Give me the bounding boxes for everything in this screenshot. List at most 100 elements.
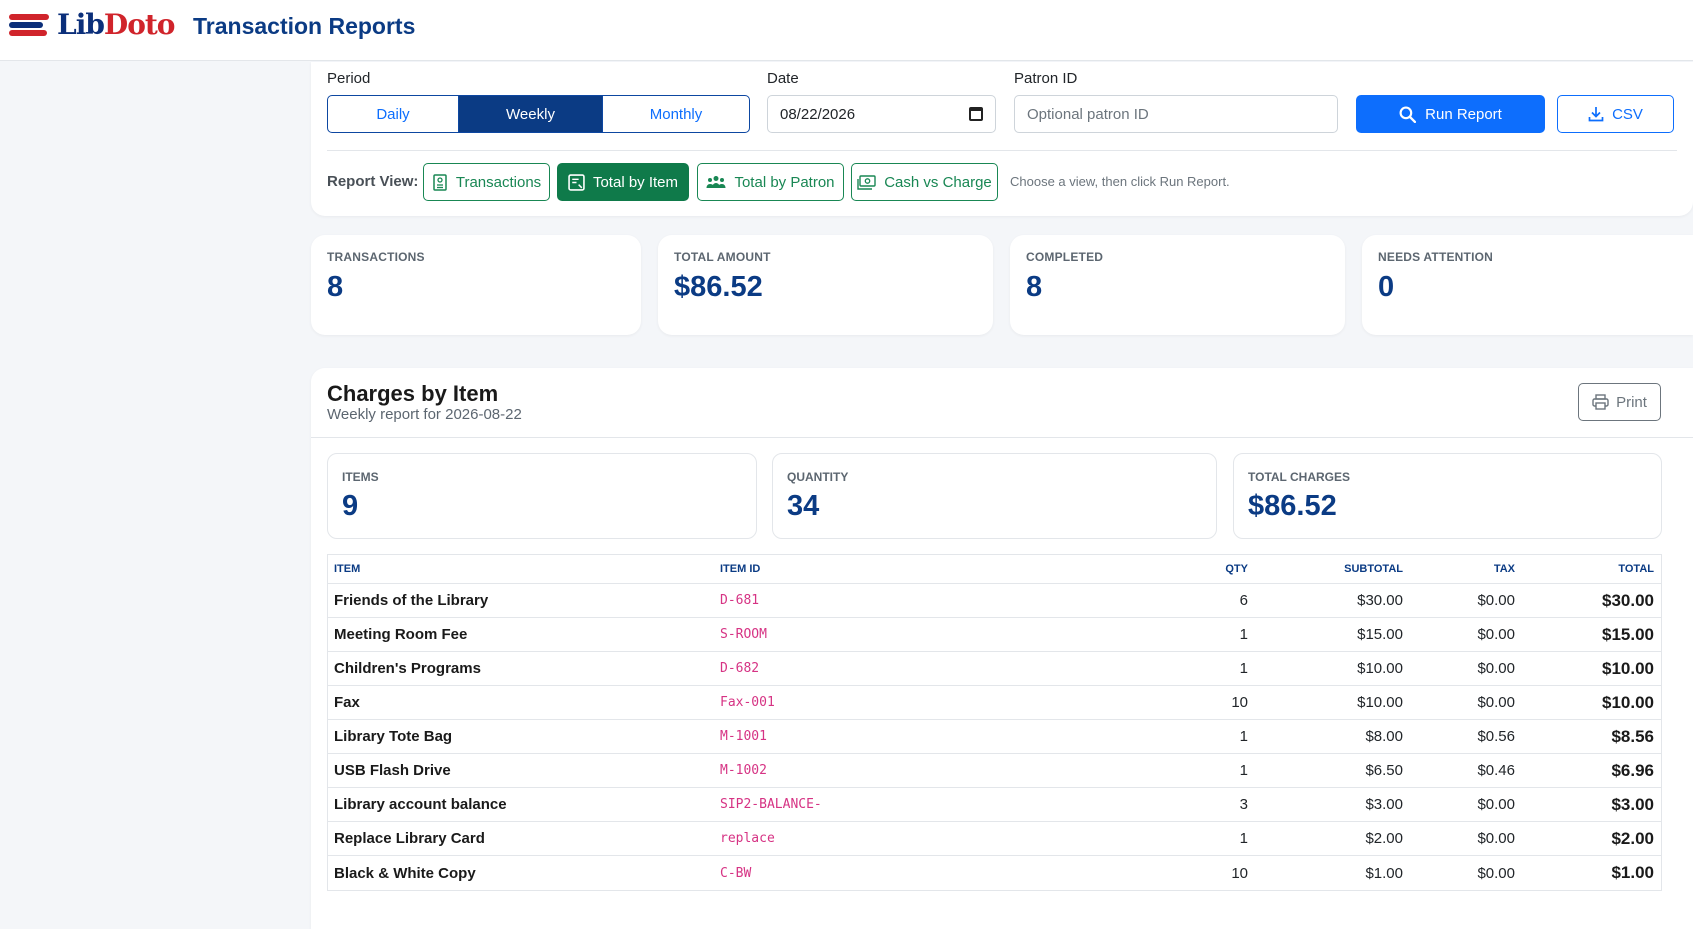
total-cell: $10.00 [1602, 692, 1654, 712]
subtotal-cell: $2.00 [1365, 830, 1403, 847]
period-label: Period [327, 70, 371, 87]
period-monthly[interactable]: Monthly [602, 96, 749, 132]
csv-label: CSV [1612, 105, 1643, 123]
stat-label: COMPLETED [1026, 250, 1104, 264]
col-qty-header[interactable]: QTY [1097, 563, 1254, 575]
libdoto-logo[interactable]: LibDoto [9, 11, 175, 39]
table-row[interactable]: Replace Library Card replace 1 $2.00 $0.00 $2… [328, 822, 1661, 856]
period-weekly[interactable]: Weekly [459, 96, 602, 132]
table-row[interactable]: Meeting Room Fee S-ROOM 1 $15.00 $0.00 $15.00 [328, 618, 1661, 652]
table-row[interactable]: Children's Programs D-682 1 $10.00 $0.00 $10.… [328, 652, 1661, 686]
subtotal-cell: $10.00 [1357, 660, 1403, 677]
table-row[interactable]: USB Flash Drive M-1002 1 $6.50 $0.46 $6.96 [328, 754, 1661, 788]
stat-needs-attention: NEEDS ATTENTION 0 [1362, 235, 1693, 335]
stat-label: TRANSACTIONS [327, 250, 425, 264]
period-daily[interactable]: Daily [328, 96, 459, 132]
tax-cell: $0.56 [1477, 728, 1515, 745]
total-cell: $8.56 [1611, 726, 1654, 746]
stat-transactions: TRANSACTIONS 8 [311, 235, 641, 335]
item-name-cell: Friends of the Library [334, 592, 489, 609]
table-row[interactable]: Black & White Copy C-BW 10 $1.00 $0.00 $1.00 [328, 856, 1661, 890]
item-name-cell: USB Flash Drive [334, 762, 451, 779]
total-cell: $15.00 [1602, 624, 1654, 644]
search-icon [1399, 106, 1417, 123]
col-subtotal-header[interactable]: SUBTOTAL [1254, 563, 1409, 575]
table-row[interactable]: Fax Fax-001 10 $10.00 $0.00 $10.00 [328, 686, 1661, 720]
summary-value: $86.52 [1248, 490, 1337, 522]
report-view-label: Report View: [327, 173, 419, 190]
patron-id-placeholder: Optional patron ID [1027, 105, 1149, 123]
qty-cell: 10 [1231, 864, 1248, 882]
table-row[interactable]: Library account balance SIP2-BALANCE- 3 $3.… [328, 788, 1661, 822]
summary-value: 9 [342, 490, 359, 522]
qty-cell: 3 [1239, 796, 1248, 813]
date-value: 08/22/2026 [780, 105, 856, 123]
view-total-by-item-label: Total by Item [592, 173, 679, 191]
run-report-label: Run Report [1425, 105, 1502, 123]
col-item-id-header[interactable]: ITEM ID [714, 563, 1097, 575]
stat-value: 8 [1026, 271, 1043, 303]
col-tax-header[interactable]: TAX [1409, 563, 1521, 575]
subtotal-cell: $10.00 [1357, 694, 1403, 711]
csv-export-button[interactable]: CSV [1557, 95, 1674, 133]
top-bar: LibDoto Transaction Reports [0, 0, 1693, 61]
stat-total-amount: TOTAL AMOUNT $86.52 [658, 235, 993, 335]
summary-label: QUANTITY [787, 470, 849, 484]
summary-items: ITEMS 9 [327, 453, 757, 539]
item-id-cell: D-682 [720, 661, 760, 676]
date-label: Date [767, 70, 799, 87]
item-id-cell: C-BW [720, 865, 752, 881]
item-name-cell: Fax [334, 694, 360, 711]
item-id-cell: Fax-001 [720, 695, 775, 710]
view-total-by-patron-label: Total by Patron [734, 173, 835, 191]
view-cash-vs-charge-button[interactable]: Cash vs Charge [851, 163, 998, 201]
qty-cell: 1 [1239, 728, 1248, 745]
download-icon [1588, 107, 1604, 122]
report-view-hint: Choose a view, then click Run Report. [1010, 174, 1230, 189]
summary-label: TOTAL CHARGES [1248, 470, 1351, 484]
run-report-button[interactable]: Run Report [1356, 95, 1545, 133]
item-name-cell: Replace Library Card [334, 830, 485, 847]
tax-cell: $0.00 [1477, 830, 1515, 847]
item-name-cell: Black & White Copy [334, 864, 476, 882]
qty-cell: 1 [1239, 830, 1248, 847]
subtotal-cell: $8.00 [1365, 728, 1403, 745]
subtotal-cell: $15.00 [1357, 626, 1403, 643]
filters-divider [327, 150, 1677, 151]
stat-value: 8 [327, 271, 344, 303]
summary-total-charges: TOTAL CHARGES $86.52 [1233, 453, 1662, 539]
qty-cell: 6 [1239, 592, 1248, 609]
table-body: Friends of the Library D-681 6 $30.00 $0.00 $… [328, 584, 1661, 890]
total-cell: $1.00 [1611, 863, 1654, 882]
item-name-cell: Library Tote Bag [334, 728, 453, 745]
view-transactions-button[interactable]: Transactions [423, 163, 550, 201]
view-total-by-patron-button[interactable]: Total by Patron [697, 163, 844, 201]
logo-mark-icon [9, 13, 51, 37]
item-id-cell: M-1002 [720, 763, 767, 778]
report-subtitle: Weekly report for 2026-08-22 [327, 406, 522, 423]
charges-by-item-report: Charges by Item Weekly report for 2026-0… [311, 368, 1693, 929]
item-name-cell: Meeting Room Fee [334, 626, 468, 643]
printer-icon [1592, 394, 1609, 410]
total-cell: $3.00 [1611, 794, 1654, 814]
period-selector: Daily Weekly Monthly [327, 95, 750, 133]
qty-cell: 1 [1239, 626, 1248, 643]
total-cell: $6.96 [1611, 760, 1654, 780]
patron-id-input[interactable]: Optional patron ID [1014, 95, 1338, 133]
subtotal-cell: $30.00 [1357, 592, 1403, 609]
table-row[interactable]: Library Tote Bag M-1001 1 $8.00 $0.56 $8.56 [328, 720, 1661, 754]
stat-label: NEEDS ATTENTION [1378, 250, 1494, 264]
col-item-header[interactable]: ITEM [328, 563, 714, 575]
calendar-icon[interactable] [969, 107, 983, 121]
col-total-header[interactable]: TOTAL [1521, 563, 1661, 575]
total-cell: $10.00 [1602, 658, 1654, 678]
item-id-cell: replace [720, 831, 775, 846]
tax-cell: $0.00 [1477, 864, 1515, 882]
receipt-icon [433, 173, 447, 191]
date-input[interactable]: 08/22/2026 [767, 95, 996, 133]
subtotal-cell: $6.50 [1365, 762, 1403, 779]
table-row[interactable]: Friends of the Library D-681 6 $30.00 $0.00 $… [328, 584, 1661, 618]
view-total-by-item-button[interactable]: Total by Item [557, 163, 689, 201]
stat-completed: COMPLETED 8 [1010, 235, 1345, 335]
print-button[interactable]: Print [1578, 383, 1661, 421]
